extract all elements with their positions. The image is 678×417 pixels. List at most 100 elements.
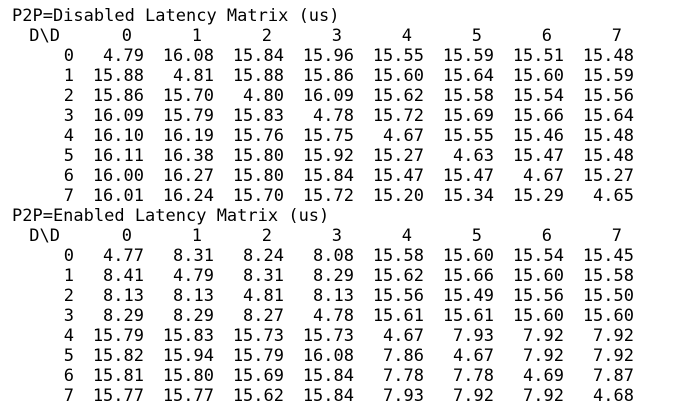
disabled-matrix-cell: 15.64 [442, 66, 494, 86]
enabled-row-label: 5 [63, 346, 74, 366]
disabled-matrix-cell: 15.51 [512, 46, 564, 66]
enabled-matrix-cell: 7.86 [383, 346, 424, 366]
enabled-matrix-row: 4 15.79 15.83 15.73 15.73 4.67 7.93 7.92 7.92 [0, 326, 678, 346]
enabled-matrix-cell: 7.92 [523, 326, 564, 346]
enabled-matrix-cell: 8.13 [103, 286, 144, 306]
enabled-matrix-cell: 15.60 [512, 266, 564, 286]
enabled-matrix-cell: 15.60 [582, 306, 634, 326]
disabled-header-row: D\D 0 1 2 3 4 5 6 7 [0, 26, 678, 46]
enabled-matrix-cell: 15.84 [302, 366, 354, 386]
enabled-row-label: 7 [63, 386, 74, 406]
disabled-column-header-3: 3 [331, 26, 342, 46]
disabled-row-label: 1 [63, 66, 74, 86]
disabled-matrix-cell: 4.80 [243, 86, 284, 106]
disabled-matrix-cell: 16.00 [92, 166, 144, 186]
enabled-matrix-cell: 7.92 [593, 346, 634, 366]
enabled-matrix-cell: 4.67 [453, 346, 494, 366]
disabled-matrix-cell: 15.27 [372, 146, 424, 166]
enabled-matrix-cell: 15.79 [232, 346, 284, 366]
disabled-matrix-cell: 15.64 [582, 106, 634, 126]
enabled-matrix-cell: 15.73 [232, 326, 284, 346]
enabled-column-header-6: 6 [541, 226, 552, 246]
enabled-matrix-cell: 7.87 [593, 366, 634, 386]
enabled-matrix-cell: 7.92 [523, 346, 564, 366]
disabled-matrix-row: 3 16.09 15.79 15.83 4.78 15.72 15.69 15.66 15.64 [0, 106, 678, 126]
disabled-matrix-cell: 15.56 [582, 86, 634, 106]
enabled-matrix-row: 0 4.77 8.31 8.24 8.08 15.58 15.60 15.54 15.45 [0, 246, 678, 266]
disabled-matrix-cell: 15.72 [372, 106, 424, 126]
disabled-matrix-row: 5 16.11 16.38 15.80 15.92 15.27 4.63 15.47 15.48 [0, 146, 678, 166]
disabled-row-label: 4 [63, 126, 74, 146]
disabled-matrix-cell: 4.67 [383, 126, 424, 146]
disabled-matrix-cell: 15.72 [302, 186, 354, 206]
disabled-matrix-cell: 15.59 [442, 46, 494, 66]
disabled-matrix-cell: 15.76 [232, 126, 284, 146]
disabled-matrix-cell: 15.80 [232, 146, 284, 166]
enabled-column-header-5: 5 [471, 226, 482, 246]
enabled-matrix-cell: 15.84 [302, 386, 354, 406]
disabled-matrix-cell: 4.78 [313, 106, 354, 126]
enabled-matrix-cell: 4.69 [523, 366, 564, 386]
disabled-column-header-6: 6 [541, 26, 552, 46]
enabled-matrix-title: P2P=Enabled Latency Matrix (us) [12, 206, 330, 226]
enabled-matrix-cell: 15.73 [302, 326, 354, 346]
disabled-matrix-cell: 15.48 [582, 46, 634, 66]
disabled-row-label: 2 [63, 86, 74, 106]
enabled-matrix-cell: 8.29 [173, 306, 214, 326]
enabled-matrix-cell: 15.82 [92, 346, 144, 366]
enabled-matrix-cell: 4.79 [173, 266, 214, 286]
enabled-matrix-cell: 8.31 [243, 266, 284, 286]
enabled-row-label: 6 [63, 366, 74, 386]
enabled-column-header-4: 4 [401, 226, 412, 246]
disabled-matrix-cell: 15.60 [512, 66, 564, 86]
enabled-matrix-cell: 4.81 [243, 286, 284, 306]
disabled-matrix-title: P2P=Disabled Latency Matrix (us) [12, 6, 340, 26]
disabled-matrix-cell: 15.54 [512, 86, 564, 106]
disabled-matrix-cell: 15.62 [372, 86, 424, 106]
enabled-matrix-cell: 8.27 [243, 306, 284, 326]
enabled-matrix-row: 1 8.41 4.79 8.31 8.29 15.62 15.66 15.60 15.58 [0, 266, 678, 286]
enabled-matrix-cell: 4.78 [313, 306, 354, 326]
disabled-matrix-cell: 15.47 [372, 166, 424, 186]
disabled-matrix-cell: 15.96 [302, 46, 354, 66]
disabled-matrix-cell: 16.08 [162, 46, 214, 66]
enabled-corner-label: D\D [29, 226, 60, 246]
disabled-matrix-cell: 15.20 [372, 186, 424, 206]
enabled-matrix-cell: 4.67 [383, 326, 424, 346]
disabled-matrix-row: 0 4.79 16.08 15.84 15.96 15.55 15.59 15.51 15.48 [0, 46, 678, 66]
enabled-matrix-cell: 15.56 [512, 286, 564, 306]
disabled-row-label: 5 [63, 146, 74, 166]
disabled-column-header-2: 2 [261, 26, 272, 46]
disabled-matrix-cell: 15.59 [582, 66, 634, 86]
enabled-matrix-cell: 7.78 [453, 366, 494, 386]
enabled-matrix-cell: 16.08 [302, 346, 354, 366]
enabled-matrix-cell: 15.60 [512, 306, 564, 326]
enabled-matrix-cell: 15.45 [582, 246, 634, 266]
enabled-matrix-cell: 7.92 [453, 386, 494, 406]
disabled-matrix-cell: 16.09 [302, 86, 354, 106]
enabled-matrix-cell: 8.24 [243, 246, 284, 266]
disabled-matrix-cell: 4.79 [103, 46, 144, 66]
disabled-matrix-row: 6 16.00 16.27 15.80 15.84 15.47 15.47 4.67 15.27 [0, 166, 678, 186]
disabled-matrix-cell: 15.27 [582, 166, 634, 186]
enabled-row-label: 0 [63, 246, 74, 266]
disabled-matrix-cell: 15.47 [442, 166, 494, 186]
enabled-row-label: 2 [63, 286, 74, 306]
disabled-matrix-cell: 15.83 [232, 106, 284, 126]
enabled-matrix-cell: 7.93 [383, 386, 424, 406]
disabled-matrix-cell: 16.27 [162, 166, 214, 186]
disabled-matrix-cell: 16.11 [92, 146, 144, 166]
enabled-matrix-cell: 15.94 [162, 346, 214, 366]
enabled-matrix-cell: 15.58 [582, 266, 634, 286]
enabled-matrix-cell: 15.83 [162, 326, 214, 346]
disabled-matrix-cell: 15.75 [302, 126, 354, 146]
enabled-row-label: 3 [63, 306, 74, 326]
enabled-matrix-cell: 8.13 [173, 286, 214, 306]
disabled-matrix-cell: 16.09 [92, 106, 144, 126]
enabled-matrix-cell: 8.29 [103, 306, 144, 326]
disabled-matrix-cell: 15.69 [442, 106, 494, 126]
enabled-matrix-cell: 15.50 [582, 286, 634, 306]
disabled-matrix-cell: 15.70 [232, 186, 284, 206]
enabled-matrix-cell: 15.77 [92, 386, 144, 406]
enabled-matrix-cell: 15.49 [442, 286, 494, 306]
